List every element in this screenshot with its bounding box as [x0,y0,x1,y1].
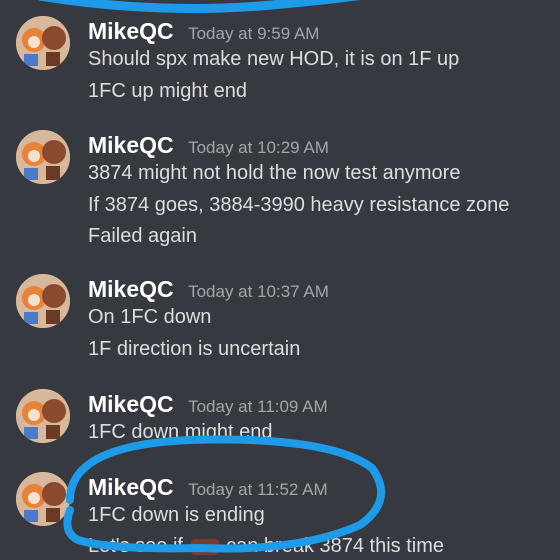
username[interactable]: MikeQC [88,474,174,500]
message-text: Let's see if [88,535,183,557]
bear-icon [190,538,219,555]
user-avatar[interactable] [16,130,70,184]
timestamp: Today at 10:37 AM [188,282,329,301]
user-avatar[interactable] [16,389,70,443]
timestamp: Today at 11:09 AM [188,397,328,416]
message-line-partial: Let's see if can break 3874 this time [88,533,444,559]
username[interactable]: MikeQC [88,391,174,417]
timestamp: Today at 10:29 AM [188,138,329,157]
message-line: If 3874 goes, 3884-3990 heavy resistance… [88,194,510,216]
username[interactable]: MikeQC [88,276,174,302]
message-line: 1FC down might end [88,421,273,443]
user-avatar[interactable] [16,472,70,526]
message-line: 1FC down is ending [88,504,265,526]
message-header: MikeQC Today at 11:52 AM [88,472,328,502]
message-text: can break 3874 this time [226,535,445,557]
message-header: MikeQC Today at 9:59 AM [88,16,319,46]
timestamp: Today at 11:52 AM [188,480,328,499]
user-avatar[interactable] [16,274,70,328]
message-line: Should spx make new HOD, it is on 1F up [88,48,460,70]
message-line: 1F direction is uncertain [88,338,301,360]
message-header: MikeQC Today at 10:37 AM [88,274,329,304]
user-avatar[interactable] [16,16,70,70]
message-line: 1FC up might end [88,80,247,102]
message-line: Failed again [88,225,197,247]
chat-message-list[interactable]: MikeQC Today at 9:59 AM Should spx make … [0,0,560,560]
message-line: On 1FC down [88,306,212,328]
timestamp: Today at 9:59 AM [188,24,320,43]
message-line: 3874 might not hold the now test anymore [88,162,461,184]
message-header: MikeQC Today at 10:29 AM [88,130,329,160]
username[interactable]: MikeQC [88,18,174,44]
message-header: MikeQC Today at 11:09 AM [88,389,328,419]
username[interactable]: MikeQC [88,132,174,158]
